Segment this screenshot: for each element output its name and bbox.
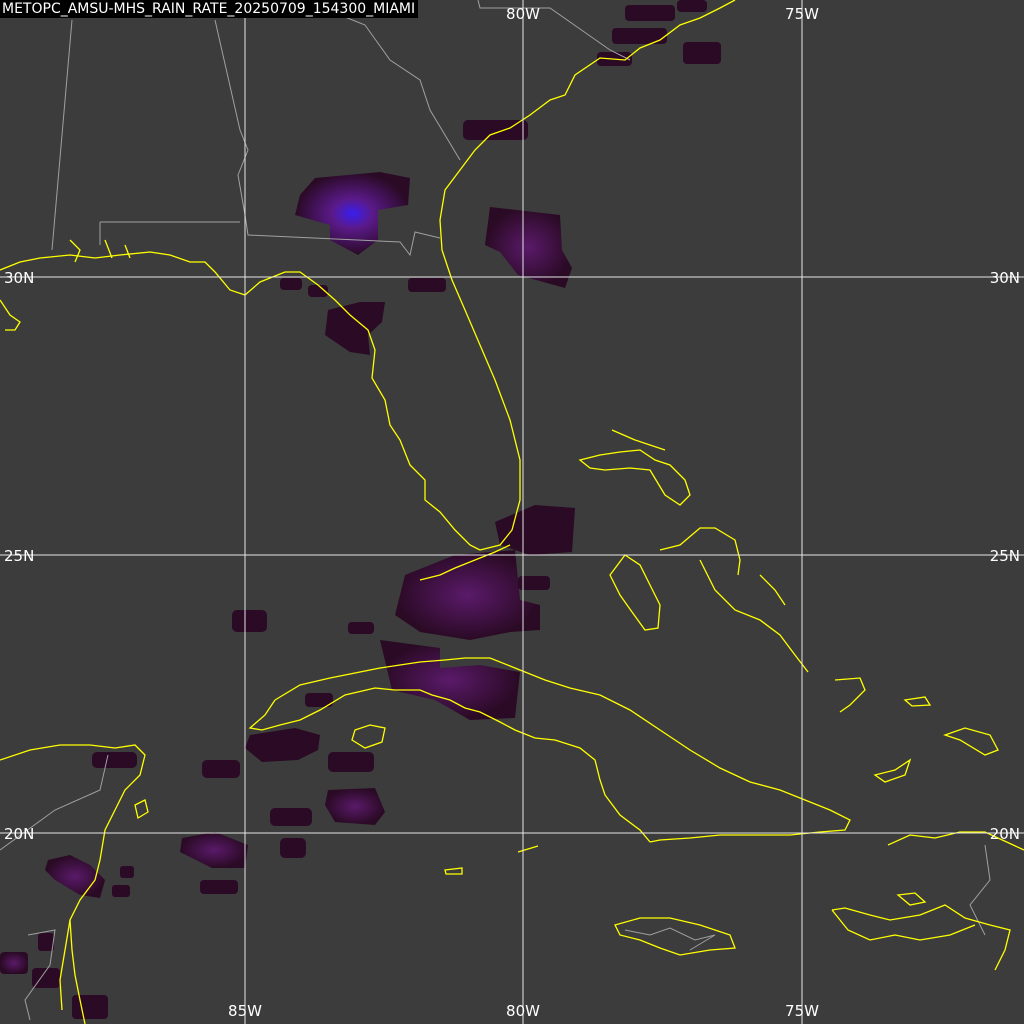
coastline-bahamas-andros <box>609 554 661 631</box>
coastline-hispaniola-south <box>831 904 1011 971</box>
border-line <box>969 844 991 936</box>
coastline-turks <box>942 727 999 756</box>
coastline-gulf-coast <box>0 251 481 551</box>
coastline-bahamas-south <box>834 677 866 713</box>
rain-cell <box>200 880 238 894</box>
rain-cell <box>612 28 667 44</box>
rain-cell <box>180 832 248 868</box>
rain-cell <box>38 933 54 951</box>
rain-rate-map: 80W 75W 85W 80W 75W 30N 25N 20N 30N 25N … <box>0 0 1024 1024</box>
coastline-haiti-gonave <box>896 892 927 906</box>
map-canvas: 80W 75W 85W 80W 75W 30N 25N 20N 30N 25N … <box>0 0 1024 1024</box>
coastline-bahamas-cat <box>759 574 786 606</box>
coastline-cayman <box>444 867 463 875</box>
lat-label-right-25n: 25N <box>990 547 1020 565</box>
rain-rate-cells <box>0 0 721 1019</box>
lat-label-left-20n: 20N <box>4 825 34 843</box>
rain-cell <box>120 866 134 878</box>
border-line <box>339 14 461 161</box>
rain-cell <box>92 752 137 768</box>
border-line <box>477 0 631 61</box>
coastline-jamaica <box>614 917 736 956</box>
coastline-cayman-small <box>517 845 539 853</box>
coastline-florida-east <box>439 0 736 551</box>
lon-label-bottom-80w: 80W <box>506 1002 540 1020</box>
rain-cell <box>280 838 306 858</box>
rain-cell <box>295 172 410 255</box>
rain-cell <box>348 622 374 634</box>
coastline-cozumel <box>134 799 149 820</box>
lon-label-top-75w: 75W <box>785 5 819 23</box>
rain-cell <box>0 952 28 974</box>
rain-cell <box>380 640 520 720</box>
rain-cell <box>485 207 572 288</box>
coastline-caicos <box>873 758 912 783</box>
rain-cell <box>245 728 320 762</box>
graticule <box>0 0 1024 1024</box>
coastlines <box>0 0 1024 1024</box>
coastline-bahamas-north <box>578 449 691 506</box>
coastline-bahamas-abaco <box>611 429 666 451</box>
rain-cell <box>280 278 302 290</box>
coastline-bahamas-exuma <box>699 559 809 673</box>
coastline-bahamas-eleuthera <box>659 527 741 576</box>
product-title: METOPC_AMSU-MHS_RAIN_RATE_20250709_15430… <box>0 0 419 18</box>
rain-cell <box>270 808 312 826</box>
graticule-labels: 80W 75W 85W 80W 75W 30N 25N 20N 30N 25N … <box>4 5 1020 1020</box>
rain-cell <box>625 5 675 21</box>
rain-cell <box>677 0 707 12</box>
rain-cell <box>112 885 130 897</box>
rain-cell <box>495 505 575 555</box>
rain-cell <box>683 42 721 64</box>
coastline-bahamas-inagua <box>903 696 932 707</box>
lat-label-right-20n: 20N <box>990 825 1020 843</box>
coastline-isle-of-youth <box>351 724 386 749</box>
rain-cell <box>232 610 267 632</box>
coastline-texas <box>0 299 21 331</box>
rain-cell <box>328 752 374 772</box>
lon-label-bottom-85w: 85W <box>228 1002 262 1020</box>
rain-cell <box>202 760 240 778</box>
lat-label-right-30n: 30N <box>990 269 1020 287</box>
rain-cell <box>325 302 385 355</box>
lon-label-top-80w: 80W <box>506 5 540 23</box>
political-borders <box>0 0 991 1021</box>
rain-cell <box>408 278 446 292</box>
lat-label-left-25n: 25N <box>4 547 34 565</box>
border-line <box>51 19 73 251</box>
coastline-haiti-southern <box>831 909 976 941</box>
rain-cell <box>325 788 385 825</box>
rain-cell <box>72 995 108 1019</box>
lat-label-left-30n: 30N <box>4 269 34 287</box>
lon-label-bottom-75w: 75W <box>785 1002 819 1020</box>
